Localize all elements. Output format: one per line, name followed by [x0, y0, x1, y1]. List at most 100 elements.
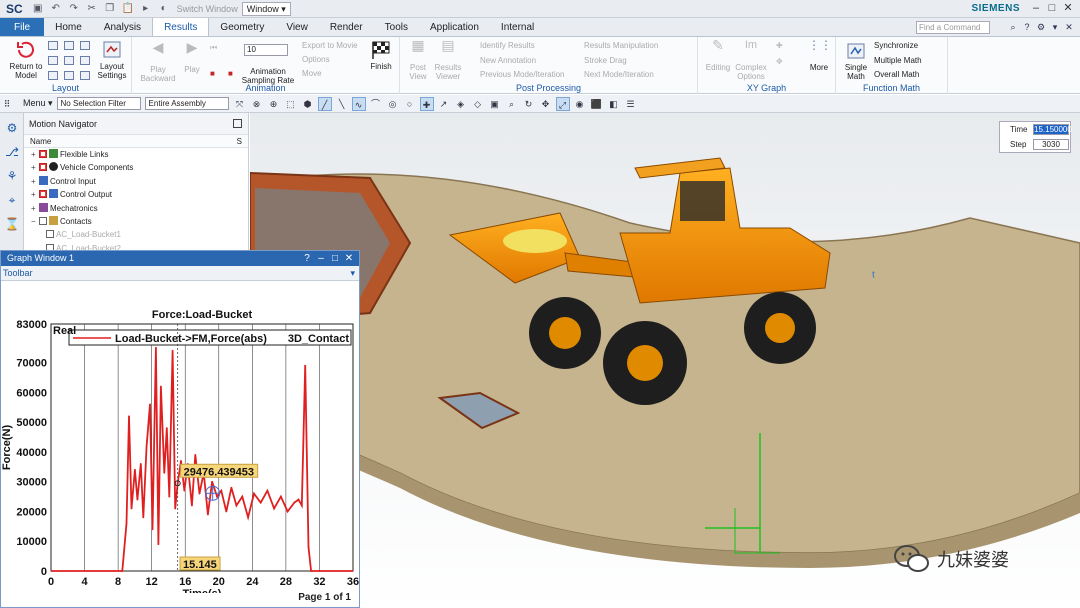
arc-icon[interactable]: ⌒ — [369, 97, 383, 111]
results-viewer-button[interactable]: ▤ Results Viewer — [432, 38, 464, 81]
tab-file[interactable]: File — [0, 18, 45, 36]
layout-single-icon[interactable] — [48, 41, 58, 50]
sampling-rate-select[interactable]: 10 — [244, 44, 288, 56]
list-item[interactable]: + Vehicle Components — [24, 161, 248, 174]
checkbox[interactable] — [39, 216, 47, 225]
redo-icon[interactable]: ↷ — [67, 3, 81, 15]
new-annotation-button[interactable]: New Annotation — [480, 56, 536, 65]
checkbox[interactable] — [39, 163, 47, 172]
post-view-button[interactable]: ▦ Post View — [404, 38, 432, 81]
layout-five-icon[interactable] — [64, 56, 74, 65]
curve-icon[interactable]: ∿ — [351, 96, 366, 111]
close-icon[interactable]: ✕ — [1060, 1, 1076, 16]
selection-scope-select[interactable]: Entire Assembly — [144, 97, 229, 110]
identify-results-button[interactable]: Identify Results — [480, 41, 535, 50]
pause-icon[interactable]: ■ — [228, 69, 233, 78]
minimize-icon[interactable]: – — [314, 251, 328, 266]
layers-icon[interactable]: ☰ — [624, 97, 638, 111]
menu-grid-icon[interactable]: ⠿ — [0, 97, 14, 111]
graphics-viewport[interactable]: ᵗ — [250, 113, 1080, 608]
select-icon[interactable]: ⤧ — [233, 97, 247, 111]
tab-render[interactable]: Render — [319, 18, 374, 36]
selection-filter-select[interactable]: No Selection Filter — [56, 97, 141, 110]
layout-settings-button[interactable]: Layout Settings — [94, 40, 130, 80]
help-icon[interactable]: ? — [300, 251, 314, 266]
synchronize-button[interactable]: Synchronize — [874, 41, 918, 50]
command-search-input[interactable]: Find a Command — [916, 21, 990, 34]
body-icon[interactable]: ⬢ — [301, 97, 315, 111]
next-mode-button[interactable]: Next Mode/Iteration — [584, 70, 654, 79]
play-button[interactable]: ▶ Play — [180, 40, 204, 74]
move-button[interactable]: Move — [302, 69, 322, 78]
single-math-button[interactable]: Single Math — [842, 41, 870, 81]
close-icon[interactable]: ✕ — [342, 251, 356, 266]
copy-icon[interactable]: ❐ — [103, 3, 117, 15]
paste-icon[interactable]: 📋 — [121, 3, 135, 15]
section-icon[interactable]: ◧ — [607, 97, 621, 111]
previous-mode-button[interactable]: Previous Mode/Iteration — [480, 70, 565, 79]
tab-home[interactable]: Home — [44, 18, 93, 36]
help-icon[interactable]: ? — [1020, 21, 1034, 34]
options-button[interactable]: Options — [302, 55, 330, 64]
crosshair-icon[interactable]: ✚ — [419, 96, 434, 111]
step-input[interactable]: 3030 — [1033, 139, 1069, 150]
menu-button[interactable]: Menu ▾ — [17, 98, 57, 109]
history-icon[interactable]: ⌛ — [3, 215, 21, 233]
point-icon[interactable]: ◎ — [386, 97, 400, 111]
graph-toolbar[interactable]: Toolbar ▾ — [1, 266, 359, 281]
tab-view[interactable]: View — [275, 18, 319, 36]
graph-window-titlebar[interactable]: Graph Window 1 ? – □ ✕ — [1, 251, 359, 266]
list-item[interactable]: + Control Input — [24, 175, 248, 188]
view-fit-icon[interactable]: ▣ — [488, 97, 502, 111]
tab-results[interactable]: Results — [152, 18, 210, 36]
return-to-model-button[interactable]: Return to Model — [6, 40, 46, 80]
navigator-column-header[interactable]: Name S — [24, 135, 248, 148]
list-item[interactable]: + Flexible Links — [24, 148, 248, 161]
stroke-drag-button[interactable]: Stroke Drag — [584, 56, 627, 65]
lasso-icon[interactable]: ⬚ — [284, 97, 298, 111]
vector-icon[interactable]: ↗ — [437, 97, 451, 111]
xy-pan-icon[interactable]: ✥ — [776, 57, 783, 66]
deselect-icon[interactable]: ⊗ — [250, 97, 264, 111]
multiple-math-button[interactable]: Multiple Math — [874, 56, 922, 65]
checkbox[interactable] — [39, 190, 47, 199]
layout-eight-icon[interactable] — [64, 71, 74, 80]
editing-button[interactable]: ✎ Editing — [702, 38, 734, 72]
force-chart[interactable]: Force:Load-Bucket 0 4 8 12 16 20 24 28 32 36 0 10000… — [1, 281, 359, 600]
undo-icon[interactable]: ↶ — [49, 3, 63, 15]
repeat-command-icon[interactable]: ▸ — [139, 3, 153, 15]
stop-icon[interactable]: ■ — [210, 69, 215, 78]
complex-options-button[interactable]: Im Complex Options — [734, 40, 768, 82]
list-item[interactable]: + Mechatronics — [24, 202, 248, 215]
filter-icon[interactable]: ⊕ — [267, 97, 281, 111]
line-icon[interactable]: ╱ — [317, 96, 332, 111]
ribbon-expand-icon[interactable]: ▾ — [1048, 21, 1062, 34]
tab-internal[interactable]: Internal — [490, 18, 545, 36]
list-item[interactable]: AC_Load-Bucket1 — [24, 228, 248, 241]
graph-icon[interactable]: ⌖ — [3, 191, 21, 209]
maximize-icon[interactable]: □ — [1044, 1, 1060, 16]
cut-icon[interactable]: ✂ — [85, 3, 99, 15]
tab-geometry[interactable]: Geometry — [209, 18, 275, 36]
render-style-icon[interactable]: ◉ — [573, 97, 587, 111]
zoom-icon[interactable]: ⌕ — [505, 97, 519, 111]
play-backward-button[interactable]: ◀ Play Backward — [140, 40, 176, 83]
cube-icon[interactable]: ⬛ — [590, 97, 604, 111]
window-menu[interactable]: Window ▾ — [241, 1, 291, 16]
motion-navigator-icon[interactable]: ⚘ — [3, 167, 21, 185]
snap-icon[interactable]: ◇ — [471, 97, 485, 111]
xy-zoom-icon[interactable]: ✚ — [776, 41, 783, 50]
tab-analysis[interactable]: Analysis — [93, 18, 152, 36]
switch-window-button[interactable]: Switch Window — [177, 4, 238, 14]
layout-seven-icon[interactable] — [48, 71, 58, 80]
maximize-icon[interactable]: □ — [328, 251, 342, 266]
orient-icon[interactable]: ⤢ — [555, 96, 570, 111]
xy-more-button[interactable]: ⋮⋮ More — [806, 39, 832, 72]
list-item[interactable]: + Control Output — [24, 188, 248, 201]
close-part-icon[interactable]: ✕ — [1062, 21, 1076, 34]
step-back-icon[interactable]: ⏮ — [210, 43, 217, 53]
checkbox[interactable] — [46, 230, 54, 239]
layout-three-icon[interactable] — [80, 41, 90, 50]
touch-mode-icon[interactable]: ◐ — [157, 3, 171, 15]
overall-math-button[interactable]: Overall Math — [874, 70, 919, 79]
